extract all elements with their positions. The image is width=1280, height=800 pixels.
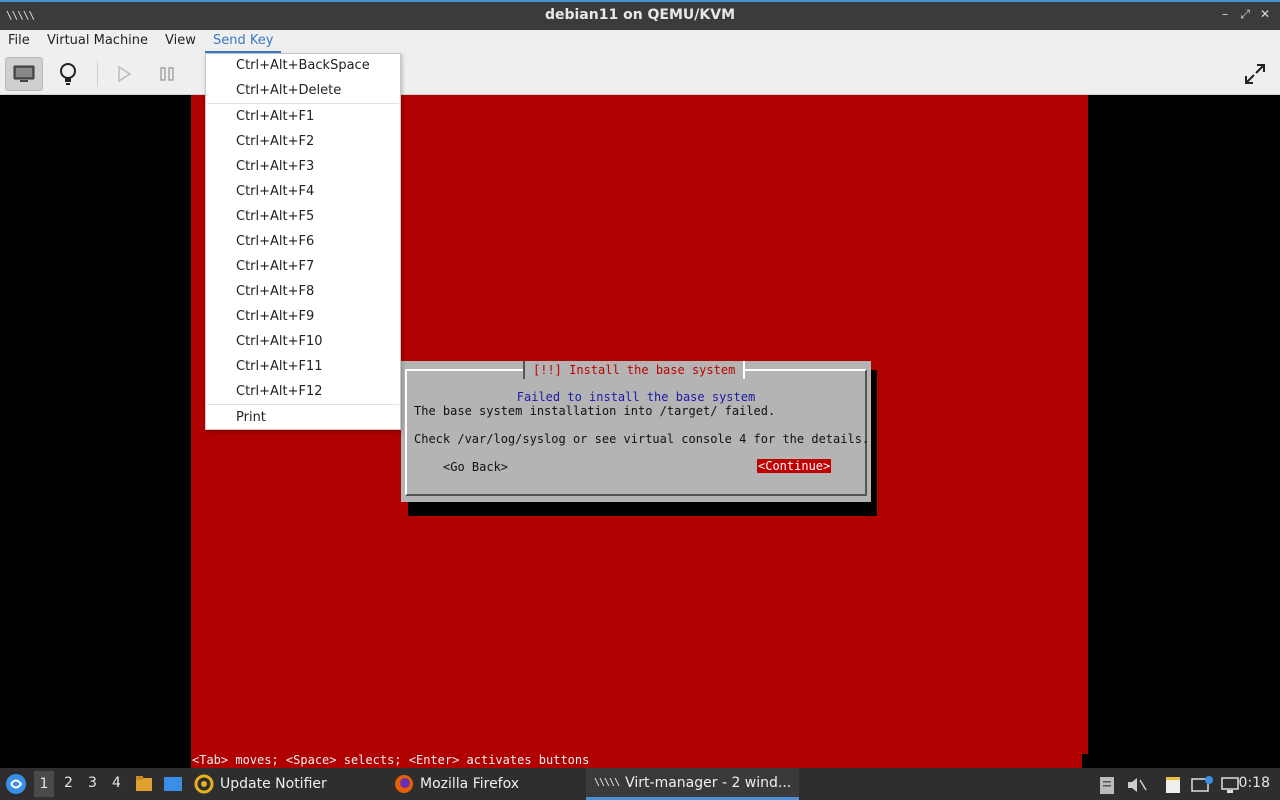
- clipboard-icon[interactable]: [1098, 775, 1116, 795]
- workspace-1[interactable]: 1: [34, 771, 54, 797]
- menu-item-ctrl-alt-f1[interactable]: Ctrl+Alt+F1: [236, 106, 314, 128]
- play-icon: [118, 65, 132, 83]
- menu-send-key[interactable]: Send Key: [213, 33, 273, 48]
- menu-item-ctrl-alt-f6[interactable]: Ctrl+Alt+F6: [236, 231, 314, 253]
- fullscreen-button[interactable]: [1236, 57, 1274, 91]
- dialog-heading: Failed to install the base system: [516, 390, 756, 404]
- send-key-dropdown: Ctrl+Alt+BackSpace Ctrl+Alt+Delete Ctrl+…: [205, 53, 401, 430]
- pause-icon: [160, 67, 174, 81]
- menu-item-ctrl-alt-f5[interactable]: Ctrl+Alt+F5: [236, 206, 314, 228]
- toolbar: [0, 53, 1280, 95]
- menu-item-ctrl-alt-f7[interactable]: Ctrl+Alt+F7: [236, 256, 314, 278]
- details-view-button[interactable]: [49, 57, 87, 91]
- clock[interactable]: 0:18: [1239, 775, 1270, 791]
- menu-item-print[interactable]: Print: [236, 407, 266, 429]
- show-desktop-icon[interactable]: [163, 775, 183, 793]
- task-label: Update Notifier: [220, 776, 327, 792]
- notes-icon[interactable]: [1163, 775, 1183, 795]
- lightbulb-icon: [60, 63, 76, 85]
- menu-item-ctrl-alt-f3[interactable]: Ctrl+Alt+F3: [236, 156, 314, 178]
- dialog-message-line1: The base system installation into /targe…: [414, 404, 776, 418]
- task-label: Virt-manager - 2 wind...: [625, 774, 792, 791]
- toolbar-separator: [97, 61, 98, 87]
- update-notifier-icon: [194, 774, 214, 794]
- menu-separator: [207, 404, 399, 405]
- continue-button[interactable]: <Continue>: [757, 459, 832, 473]
- firefox-icon: [395, 775, 413, 793]
- virt-manager-icon: \\\\\: [594, 777, 620, 788]
- maximize-button[interactable]: ⤢: [1236, 7, 1254, 22]
- installer-key-hint: <Tab> moves; <Space> selects; <Enter> ac…: [192, 753, 590, 767]
- minimize-button[interactable]: –: [1216, 7, 1234, 21]
- close-button[interactable]: ✕: [1256, 7, 1274, 21]
- task-mozilla-firefox[interactable]: Mozilla Firefox: [394, 768, 519, 800]
- network-icon[interactable]: [1220, 775, 1240, 795]
- file-manager-icon[interactable]: [135, 775, 153, 793]
- pause-button[interactable]: [148, 57, 186, 91]
- monitor-icon: [13, 65, 35, 82]
- workspace-4[interactable]: 4: [112, 775, 121, 791]
- menu-item-ctrl-alt-backspace[interactable]: Ctrl+Alt+BackSpace: [236, 55, 370, 77]
- menu-item-ctrl-alt-delete[interactable]: Ctrl+Alt+Delete: [236, 80, 341, 102]
- menu-file[interactable]: File: [8, 33, 30, 48]
- dialog-message-line2: Check /var/log/syslog or see virtual con…: [414, 432, 870, 446]
- menubar: File Virtual Machine View Send Key: [0, 30, 1280, 53]
- menu-item-ctrl-alt-f10[interactable]: Ctrl+Alt+F10: [236, 331, 323, 353]
- console-corner: [1082, 754, 1088, 768]
- menu-item-ctrl-alt-f11[interactable]: Ctrl+Alt+F11: [236, 356, 323, 378]
- taskbar: 1 2 3 4 Update Notifier Mozilla Firefox …: [0, 768, 1280, 800]
- menu-item-ctrl-alt-f2[interactable]: Ctrl+Alt+F2: [236, 131, 314, 153]
- volume-muted-icon[interactable]: [1126, 775, 1148, 795]
- installer-dialog: [!!] Install the base system Failed to i…: [401, 361, 871, 502]
- workspace-3[interactable]: 3: [88, 775, 97, 791]
- workspace-2[interactable]: 2: [64, 775, 73, 791]
- run-button[interactable]: [105, 57, 143, 91]
- window-title: debian11 on QEMU/KVM: [544, 7, 736, 23]
- menu-view[interactable]: View: [165, 33, 196, 48]
- go-back-button[interactable]: <Go Back>: [443, 460, 508, 474]
- start-menu-icon[interactable]: [5, 773, 27, 795]
- task-label: Mozilla Firefox: [420, 776, 520, 792]
- task-virt-manager[interactable]: \\\\\ Virt-manager - 2 wind...: [586, 768, 800, 800]
- menu-item-ctrl-alt-f8[interactable]: Ctrl+Alt+F8: [236, 281, 314, 303]
- update-available-icon[interactable]: [1190, 775, 1214, 795]
- task-update-notifier[interactable]: Update Notifier: [194, 768, 327, 800]
- console-view-button[interactable]: [5, 57, 43, 91]
- dialog-title: [!!] Install the base system: [523, 361, 746, 379]
- menu-item-ctrl-alt-f9[interactable]: Ctrl+Alt+F9: [236, 306, 314, 328]
- menu-separator: [207, 103, 399, 104]
- menu-virtual-machine[interactable]: Virtual Machine: [47, 33, 148, 48]
- window-titlebar[interactable]: \\\\\ debian11 on QEMU/KVM – ⤢ ✕: [0, 0, 1280, 30]
- fullscreen-icon: [1245, 64, 1265, 84]
- menu-item-ctrl-alt-f12[interactable]: Ctrl+Alt+F12: [236, 381, 323, 403]
- menu-item-ctrl-alt-f4[interactable]: Ctrl+Alt+F4: [236, 181, 314, 203]
